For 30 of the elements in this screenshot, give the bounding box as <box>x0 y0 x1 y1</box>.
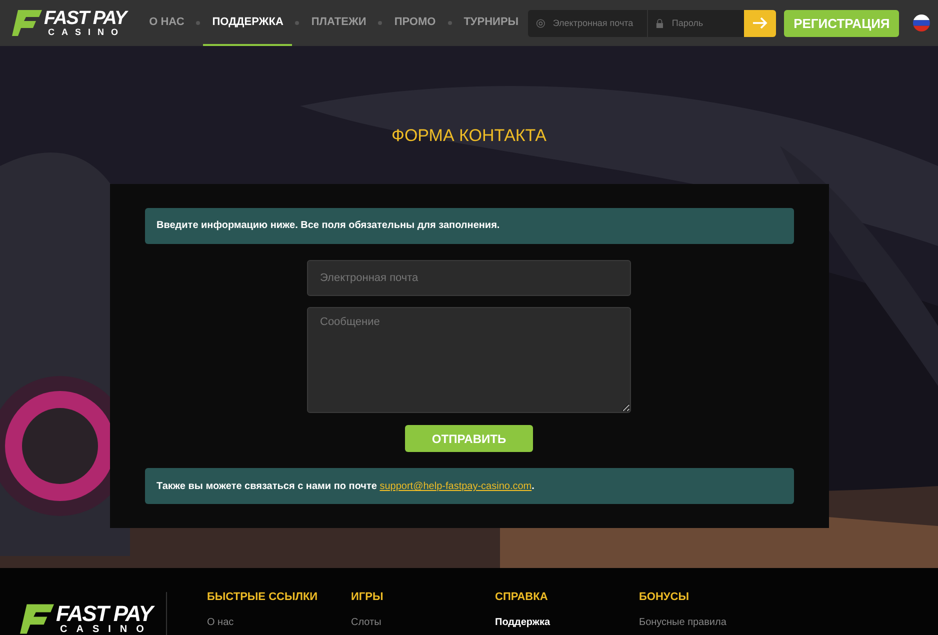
arrow-icon <box>752 17 768 29</box>
password-input[interactable]: Пароль <box>670 17 736 29</box>
nav-link[interactable]: ПРОМО <box>385 0 445 46</box>
logo-subtitle: CASINO <box>48 28 126 37</box>
nav-link[interactable]: ПЛАТЕЖИ <box>302 0 376 46</box>
footer-heading: БЫСТРЫЕ ССЫЛКИ <box>207 591 319 603</box>
footer-heading: ИГРЫ <box>351 591 384 603</box>
footer-link[interactable]: Поддержка <box>495 617 639 628</box>
info-message: Введите информацию ниже. Все поля обязательны для заполнения. <box>144 208 794 244</box>
message-field[interactable]: Сообщение <box>307 307 631 413</box>
email-link[interactable]: support@help-fastpay-casino.com <box>380 481 532 492</box>
flag-icon[interactable] <box>913 14 930 32</box>
logo-icon <box>20 604 54 634</box>
email-input[interactable]: Электронная почта <box>550 17 640 29</box>
email-field[interactable]: Электронная почта <box>307 260 631 296</box>
footer-heading: БОНУСЫ <box>639 591 690 603</box>
page-title: ФОРМА КОНТАКТА <box>392 126 546 147</box>
lock-icon <box>656 18 664 28</box>
logo-text: FAST PAY <box>44 9 126 28</box>
contact-message: Также вы можете связаться с нами по почте support@help-fastpay-casino.com. <box>144 468 794 504</box>
nav-link[interactable]: О НАС <box>140 0 194 46</box>
footer-link[interactable]: О нас <box>207 617 351 628</box>
login-button[interactable] <box>744 10 776 36</box>
footer-heading: СПРАВКА <box>495 591 549 603</box>
footer-link[interactable]: Бонусные правила <box>639 617 783 628</box>
logo-icon <box>12 10 42 36</box>
nav-link[interactable]: ТУРНИРЫ <box>454 0 528 46</box>
footer-link[interactable]: Слоты <box>351 617 495 628</box>
logo-text: FAST PAY <box>56 603 153 625</box>
logo-subtitle: CASINO <box>60 625 153 635</box>
